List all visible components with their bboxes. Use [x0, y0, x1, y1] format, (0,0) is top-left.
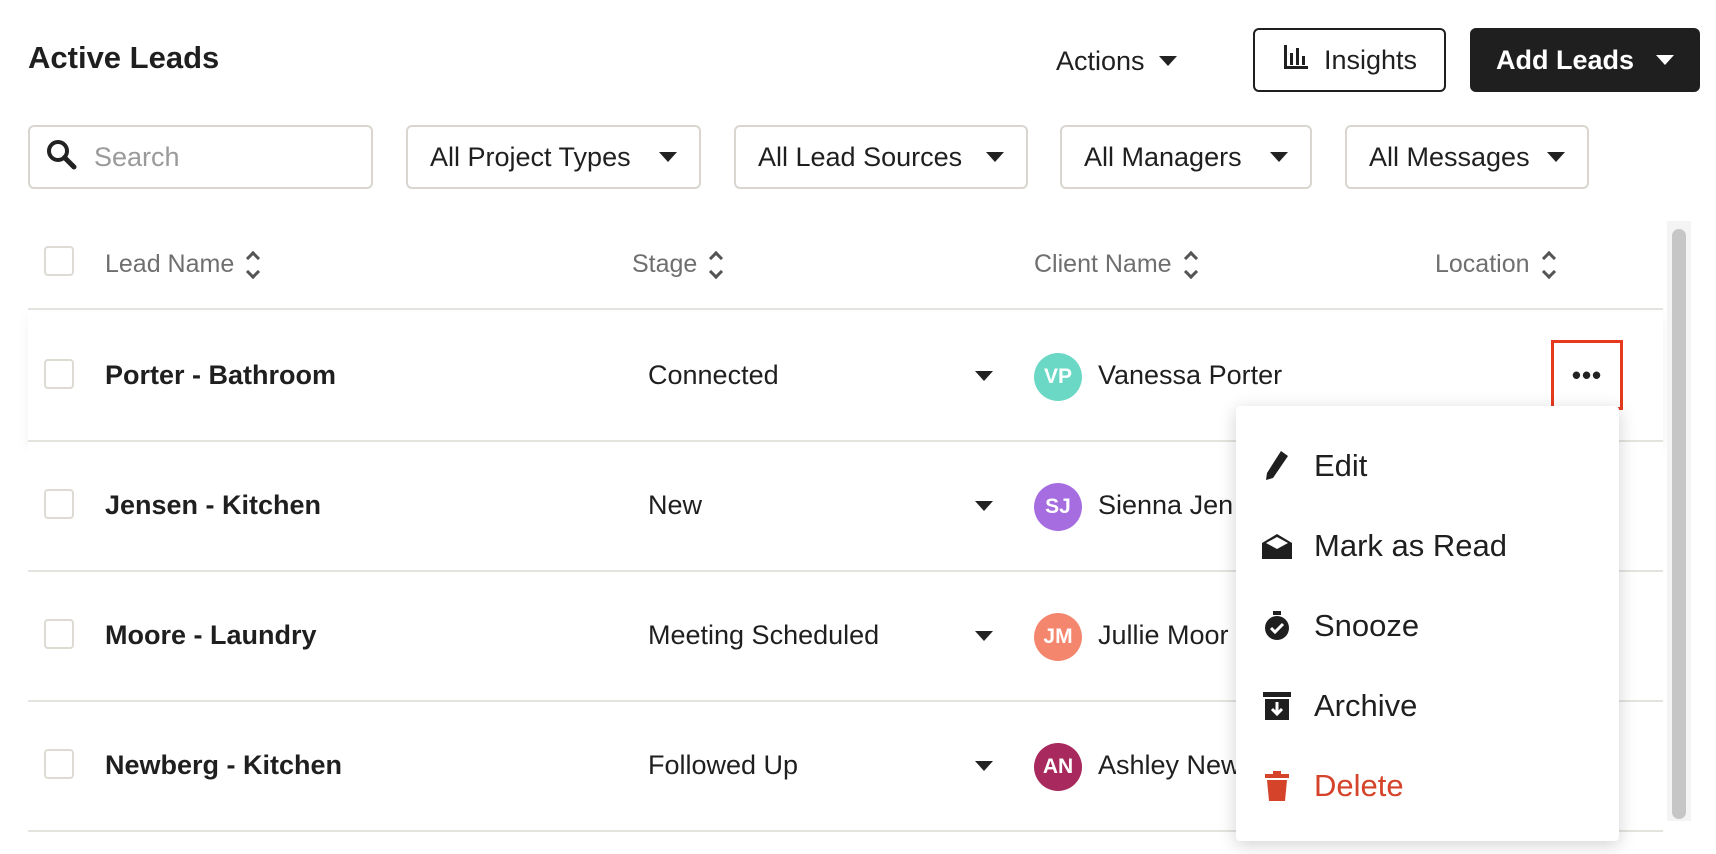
client-name: Vanessa Porter — [1098, 360, 1283, 390]
menu-item-mark-as-read[interactable]: Mark as Read — [1236, 506, 1619, 586]
stage-value: Meeting Scheduled — [648, 620, 880, 650]
stage-dropdown[interactable]: Connected — [648, 360, 993, 391]
menu-item-label: Snooze — [1314, 608, 1420, 643]
menu-item-label: Edit — [1314, 448, 1368, 483]
lead-sources-filter[interactable]: All Lead Sources — [734, 125, 1028, 189]
avatar: VP — [1034, 353, 1082, 401]
project-types-label: All Project Types — [430, 141, 631, 172]
sort-icon — [1541, 250, 1556, 279]
stage-value: Followed Up — [648, 750, 799, 780]
chevron-down-icon — [1158, 56, 1177, 66]
stage-value: Connected — [648, 360, 779, 390]
chevron-down-icon — [975, 630, 993, 641]
table-header: Lead Name Stage Client Name Location — [28, 220, 1663, 310]
insights-label: Insights — [1323, 44, 1418, 75]
sort-icon — [709, 250, 724, 279]
row-checkbox[interactable] — [44, 619, 74, 649]
column-label: Stage — [632, 250, 698, 278]
managers-filter[interactable]: All Managers — [1060, 125, 1312, 189]
column-header-lead-name[interactable]: Lead Name — [105, 250, 261, 279]
menu-item-archive[interactable]: Archive — [1236, 666, 1619, 746]
search-icon — [46, 139, 78, 176]
stage-dropdown[interactable]: Followed Up — [648, 750, 993, 781]
column-header-client-name[interactable]: Client Name — [1034, 250, 1198, 279]
row-checkbox[interactable] — [44, 359, 74, 389]
menu-item-label: Delete — [1314, 768, 1404, 803]
chevron-down-icon — [659, 152, 677, 162]
table-scrollbar[interactable] — [1667, 221, 1691, 821]
menu-item-delete[interactable]: Delete — [1236, 746, 1619, 826]
scrollbar-thumb[interactable] — [1672, 229, 1686, 819]
stage-dropdown[interactable]: New — [648, 490, 993, 521]
stage-dropdown[interactable]: Meeting Scheduled — [648, 620, 993, 651]
avatar: AN — [1034, 743, 1082, 791]
menu-item-edit[interactable]: Edit — [1236, 426, 1619, 506]
search-box — [28, 125, 373, 189]
add-leads-label: Add Leads — [1495, 44, 1635, 75]
sort-icon — [246, 250, 261, 279]
messages-label: All Messages — [1369, 141, 1530, 172]
bar-chart-icon — [1282, 43, 1310, 78]
managers-label: All Managers — [1084, 141, 1242, 172]
client-name: Ashley New — [1098, 750, 1241, 780]
pencil-icon — [1260, 449, 1294, 483]
row-context-menu: Edit Mark as Read Snooze Archive Delete — [1236, 406, 1619, 841]
avatar: SJ — [1034, 483, 1082, 531]
chevron-down-icon — [1547, 152, 1565, 162]
lead-name[interactable]: Jensen - Kitchen — [105, 490, 321, 521]
chevron-down-icon — [975, 370, 993, 381]
search-input[interactable] — [94, 141, 354, 173]
chevron-down-icon — [1656, 55, 1675, 65]
column-label: Lead Name — [105, 250, 235, 278]
archive-box-icon — [1260, 689, 1294, 723]
chevron-down-icon — [986, 152, 1004, 162]
menu-item-label: Archive — [1314, 688, 1418, 723]
lead-name[interactable]: Porter - Bathroom — [105, 360, 336, 391]
lead-name[interactable]: Moore - Laundry — [105, 620, 317, 651]
column-label: Client Name — [1034, 250, 1172, 278]
chevron-down-icon — [975, 760, 993, 771]
select-all-checkbox[interactable] — [44, 246, 74, 276]
lead-name[interactable]: Newberg - Kitchen — [105, 750, 342, 781]
client-name: Sienna Jen — [1098, 490, 1234, 520]
row-checkbox[interactable] — [44, 749, 74, 779]
ellipsis-icon: ••• — [1571, 359, 1603, 390]
actions-dropdown-button[interactable]: Actions — [1056, 38, 1177, 84]
column-header-location[interactable]: Location — [1435, 250, 1556, 279]
sort-icon — [1183, 250, 1198, 279]
page-title: Active Leads — [28, 40, 220, 75]
column-header-stage[interactable]: Stage — [632, 250, 724, 279]
messages-filter[interactable]: All Messages — [1345, 125, 1589, 189]
lead-sources-label: All Lead Sources — [758, 141, 963, 172]
add-leads-button[interactable]: Add Leads — [1470, 28, 1700, 92]
column-label: Location — [1435, 250, 1530, 278]
row-more-options-button[interactable]: ••• — [1551, 340, 1623, 410]
trash-icon — [1260, 769, 1294, 803]
stage-value: New — [648, 490, 703, 520]
chevron-down-icon — [975, 500, 993, 511]
envelope-open-icon — [1260, 529, 1294, 563]
chevron-down-icon — [1270, 152, 1288, 162]
client-name: Jullie Moor — [1098, 620, 1229, 650]
avatar: JM — [1034, 613, 1082, 661]
actions-label: Actions — [1056, 45, 1145, 76]
row-checkbox[interactable] — [44, 489, 74, 519]
project-types-filter[interactable]: All Project Types — [406, 125, 701, 189]
insights-button[interactable]: Insights — [1253, 28, 1446, 92]
alarm-clock-icon — [1260, 609, 1294, 643]
menu-item-label: Mark as Read — [1314, 528, 1507, 563]
menu-item-snooze[interactable]: Snooze — [1236, 586, 1619, 666]
